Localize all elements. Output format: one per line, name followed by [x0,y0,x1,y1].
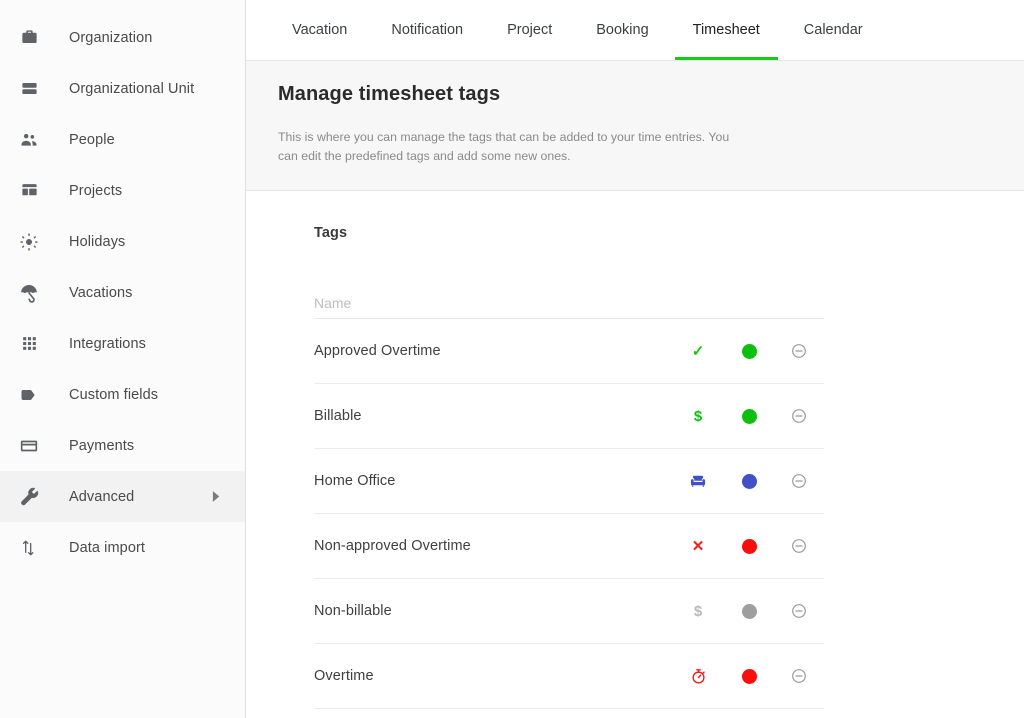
check-icon[interactable]: ✓ [672,344,724,359]
tag-name: Home Office [314,473,672,489]
sidebar-item-custom-fields[interactable]: Custom fields [0,369,245,420]
layout-icon [14,181,44,200]
chevron-right-icon[interactable] [212,491,221,502]
sidebar-item-holidays[interactable]: Holidays [0,216,245,267]
tags-panel: Tags Name Approved Overtime✓Billable$Hom… [314,225,824,709]
sidebar-item-projects[interactable]: Projects [0,165,245,216]
sidebar-item-organization[interactable]: Organization [0,12,245,63]
remove-tag-button[interactable] [774,537,824,555]
remove-tag-button[interactable] [774,472,824,490]
import-arrows-icon [14,538,44,558]
tag-color-dot[interactable] [724,669,774,684]
sidebar-item-label: Payments [69,438,134,454]
tags-panel-title: Tags [314,225,824,241]
sidebar-item-label: Custom fields [69,387,158,403]
dollar-icon[interactable]: $ [672,409,724,424]
tag-color-dot[interactable] [724,409,774,424]
briefcase-icon [14,28,44,47]
tab-label: Booking [596,22,648,38]
sidebar-item-label: Data import [69,540,145,556]
tab-label: Vacation [292,22,347,38]
dollar-icon[interactable]: $ [672,604,724,619]
tag-color-dot[interactable] [724,344,774,359]
sidebar-item-label: Integrations [69,336,146,352]
sidebar-item-data-import[interactable]: Data import [0,522,245,573]
sun-icon [14,232,44,252]
table-row[interactable]: Non-billable$ [314,579,824,644]
page-title: Manage timesheet tags [278,83,992,106]
tag-color-dot[interactable] [724,539,774,554]
sidebar-item-people[interactable]: People [0,114,245,165]
remove-tag-button[interactable] [774,342,824,360]
tab-booking[interactable]: Booking [574,0,670,60]
sidebar-item-label: Organizational Unit [69,81,194,97]
app-root: Organization Organizational Unit People Pro… [0,0,1024,718]
people-icon [14,130,44,150]
stacked-bars-icon [14,79,44,98]
tag-name: Non-billable [314,603,672,619]
sidebar-item-advanced[interactable]: Advanced [0,471,245,522]
tag-color-dot[interactable] [724,604,774,619]
sofa-icon[interactable] [672,472,724,490]
tab-label: Project [507,22,552,38]
main-area: Vacation Notification Project Booking Timesh… [246,0,1024,718]
tab-label: Timesheet [693,22,760,38]
table-row[interactable]: Approved Overtime✓ [314,319,824,384]
table-row[interactable]: Billable$ [314,384,824,449]
sidebar-item-vacations[interactable]: Vacations [0,267,245,318]
page-header: Manage timesheet tags This is where you … [246,61,1024,191]
remove-tag-button[interactable] [774,602,824,620]
sidebar-item-label: Organization [69,30,152,46]
tab-label: Calendar [804,22,863,38]
sidebar-item-label: Vacations [69,285,133,301]
column-header-name: Name [314,295,672,311]
sidebar-item-integrations[interactable]: Integrations [0,318,245,369]
stopwatch-icon[interactable] [672,668,724,685]
remove-tag-button[interactable] [774,667,824,685]
tag-icon [14,385,44,405]
tag-name: Overtime [314,668,672,684]
wrench-icon [14,486,44,507]
table-row[interactable]: Non-approved Overtime✕ [314,514,824,579]
grid-dots-icon [14,335,44,352]
sidebar: Organization Organizational Unit People Pro… [0,0,246,718]
tab-bar: Vacation Notification Project Booking Timesh… [246,0,1024,61]
tag-name: Billable [314,408,672,424]
tab-calendar[interactable]: Calendar [782,0,885,60]
sidebar-item-organizational-unit[interactable]: Organizational Unit [0,63,245,114]
remove-tag-button[interactable] [774,407,824,425]
tag-name: Approved Overtime [314,343,672,359]
table-row[interactable]: Overtime [314,644,824,709]
umbrella-icon [14,283,44,303]
sidebar-item-label: People [69,132,115,148]
tab-notification[interactable]: Notification [369,0,485,60]
content-area: Tags Name Approved Overtime✓Billable$Hom… [246,191,1024,718]
tag-name: Non-approved Overtime [314,538,672,554]
tab-project[interactable]: Project [485,0,574,60]
sidebar-item-label: Advanced [69,489,134,505]
sidebar-item-label: Holidays [69,234,125,250]
tags-table-body: Approved Overtime✓Billable$Home OfficeNo… [314,319,824,709]
credit-card-icon [14,436,44,456]
tags-table-header: Name [314,287,824,319]
page-description: This is where you can manage the tags th… [278,128,748,166]
tab-timesheet[interactable]: Timesheet [671,0,782,60]
sidebar-item-payments[interactable]: Payments [0,420,245,471]
cross-icon[interactable]: ✕ [672,539,724,554]
tag-color-dot[interactable] [724,474,774,489]
tab-vacation[interactable]: Vacation [270,0,369,60]
tab-label: Notification [391,22,463,38]
sidebar-item-label: Projects [69,183,122,199]
table-row[interactable]: Home Office [314,449,824,514]
